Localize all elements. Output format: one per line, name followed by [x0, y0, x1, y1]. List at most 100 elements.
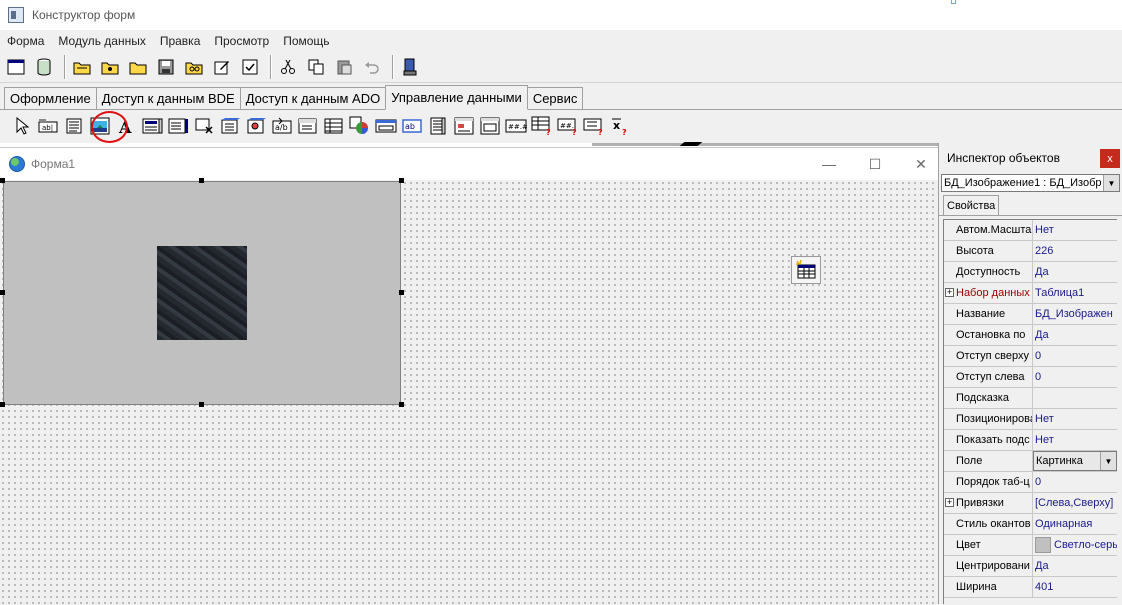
chevron-down-icon[interactable]: ▼	[1100, 452, 1116, 470]
db-checkbox-tool[interactable]	[192, 114, 215, 138]
form-client-area[interactable]	[0, 178, 940, 605]
property-value[interactable]: [Слева,Сверху]	[1033, 493, 1117, 513]
db-grid-tool[interactable]	[374, 114, 397, 138]
property-value[interactable]: Одинарная	[1033, 514, 1117, 534]
property-row[interactable]: Высота 226	[944, 241, 1117, 262]
menu-help[interactable]: Помощь	[276, 34, 336, 48]
property-row[interactable]: Название БД_Изображен	[944, 304, 1117, 325]
property-value[interactable]: Да	[1033, 325, 1117, 345]
db-listbox-tool[interactable]	[140, 114, 163, 138]
tab-service[interactable]: Сервис	[526, 87, 584, 109]
property-value[interactable]: Нет	[1033, 220, 1117, 240]
property-value[interactable]	[1033, 388, 1117, 408]
menu-form[interactable]: Форма	[0, 34, 51, 48]
property-row[interactable]: Порядок таб-ц 0	[944, 472, 1117, 493]
property-row[interactable]: Поле Картинка ▼	[944, 451, 1117, 472]
property-value[interactable]: Нет	[1033, 430, 1117, 450]
pointer-tool[interactable]	[10, 114, 33, 138]
db-ctrlgrid-tool[interactable]	[322, 114, 345, 138]
property-row[interactable]: Доступность Да	[944, 262, 1117, 283]
property-row[interactable]: Автом.Масшта Нет	[944, 220, 1117, 241]
db-navigator-tool[interactable]: ab	[400, 114, 423, 138]
resize-handle[interactable]	[399, 290, 404, 295]
resize-handle[interactable]	[399, 402, 404, 407]
save-button[interactable]	[154, 55, 178, 79]
minimize-button[interactable]: —	[806, 148, 852, 180]
form-window[interactable]: Форма1 — ☐ ✕	[0, 147, 940, 605]
tab-data-controls[interactable]: Управление данными	[385, 85, 528, 110]
paste-button[interactable]	[332, 55, 356, 79]
resize-handle[interactable]	[199, 402, 204, 407]
property-value[interactable]: 401	[1033, 577, 1117, 597]
db-remove-tool[interactable]: x?	[608, 114, 631, 138]
object-selector[interactable]: БД_Изображение1 : БД_Изобр ▼	[941, 174, 1120, 192]
menu-edit[interactable]: Правка	[153, 34, 208, 48]
tab-ado-access[interactable]: Доступ к данным ADO	[239, 87, 387, 109]
expand-icon[interactable]: +	[945, 288, 954, 297]
resize-handle[interactable]	[0, 290, 5, 295]
db-combobox-tool[interactable]	[166, 114, 189, 138]
menu-data-module[interactable]: Модуль данных	[51, 34, 152, 48]
open-button-2[interactable]	[98, 55, 122, 79]
property-row[interactable]: Подсказка	[944, 388, 1117, 409]
db-sum-tool[interactable]: ?	[582, 114, 605, 138]
save-all-button[interactable]	[182, 55, 206, 79]
property-value[interactable]: Да	[1033, 556, 1117, 576]
db-group-tool[interactable]	[478, 114, 501, 138]
property-value[interactable]: 0	[1033, 346, 1117, 366]
tab-design[interactable]: Оформление	[4, 87, 97, 109]
cut-button[interactable]	[276, 55, 300, 79]
property-row[interactable]: Отступ сверху 0	[944, 346, 1117, 367]
db-lookup-combo-tool[interactable]: a/b	[270, 114, 293, 138]
new-data-module-button[interactable]	[32, 55, 56, 79]
resize-handle[interactable]	[0, 402, 5, 407]
property-value[interactable]: Да	[1033, 262, 1117, 282]
inspector-title-bar[interactable]: Инспектор объектов x	[939, 143, 1122, 172]
form-title-bar[interactable]: Форма1 — ☐ ✕	[0, 148, 940, 180]
undo-button[interactable]	[360, 55, 384, 79]
db-grid2-tool[interactable]: ?	[530, 114, 553, 138]
property-value[interactable]: БД_Изображен	[1033, 304, 1117, 324]
db-richedit-tool[interactable]	[296, 114, 319, 138]
db-text-tool[interactable]	[426, 114, 449, 138]
db-label-tool[interactable]: A	[114, 114, 137, 138]
property-row[interactable]: Позиционирова Нет	[944, 409, 1117, 430]
db-memo-tool[interactable]	[62, 114, 85, 138]
property-row[interactable]: Стиль окантов Одинарная	[944, 514, 1117, 535]
open-button[interactable]	[70, 55, 94, 79]
datasource-component[interactable]	[791, 256, 821, 284]
property-value[interactable]: Нет	[1033, 409, 1117, 429]
property-value[interactable]: 0	[1033, 367, 1117, 387]
property-value[interactable]: 226	[1033, 241, 1117, 261]
property-value[interactable]: 0	[1033, 472, 1117, 492]
property-value[interactable]: Светло-серы	[1033, 535, 1117, 555]
tab-bde-access[interactable]: Доступ к данным BDE	[95, 87, 241, 109]
resize-handle[interactable]	[399, 178, 404, 183]
property-row[interactable]: + Набор данных Таблица1	[944, 283, 1117, 304]
db-chart-tool[interactable]	[348, 114, 371, 138]
tab-properties[interactable]: Свойства	[943, 195, 1000, 215]
property-row[interactable]: Остановка по Да	[944, 325, 1117, 346]
db-edit2-tool[interactable]: ##.#	[504, 114, 527, 138]
property-value[interactable]: Таблица1	[1033, 283, 1117, 303]
property-row[interactable]: Цвет Светло-серы	[944, 535, 1117, 556]
menu-view[interactable]: Просмотр	[207, 34, 276, 48]
resize-handle[interactable]	[199, 178, 204, 183]
copy-button[interactable]	[304, 55, 328, 79]
db-query-tool[interactable]: ##.?	[556, 114, 579, 138]
property-row[interactable]: Ширина 401	[944, 577, 1117, 598]
folder-button[interactable]	[126, 55, 150, 79]
resize-handle[interactable]	[0, 178, 5, 183]
expand-icon[interactable]: +	[945, 498, 954, 507]
new-form-button[interactable]	[4, 55, 28, 79]
property-row[interactable]: Показать подс Нет	[944, 430, 1117, 451]
db-edit-tool[interactable]: ab|	[36, 114, 59, 138]
chevron-down-icon[interactable]: ▼	[1103, 175, 1119, 191]
property-row[interactable]: + Привязки [Слева,Сверху]	[944, 493, 1117, 514]
maximize-button[interactable]: ☐	[852, 148, 898, 180]
property-row[interactable]: Отступ слева 0	[944, 367, 1117, 388]
db-memo2-tool[interactable]	[452, 114, 475, 138]
edit-button[interactable]	[210, 55, 234, 79]
db-radio-tool[interactable]	[218, 114, 241, 138]
db-image-tool[interactable]	[88, 114, 111, 138]
